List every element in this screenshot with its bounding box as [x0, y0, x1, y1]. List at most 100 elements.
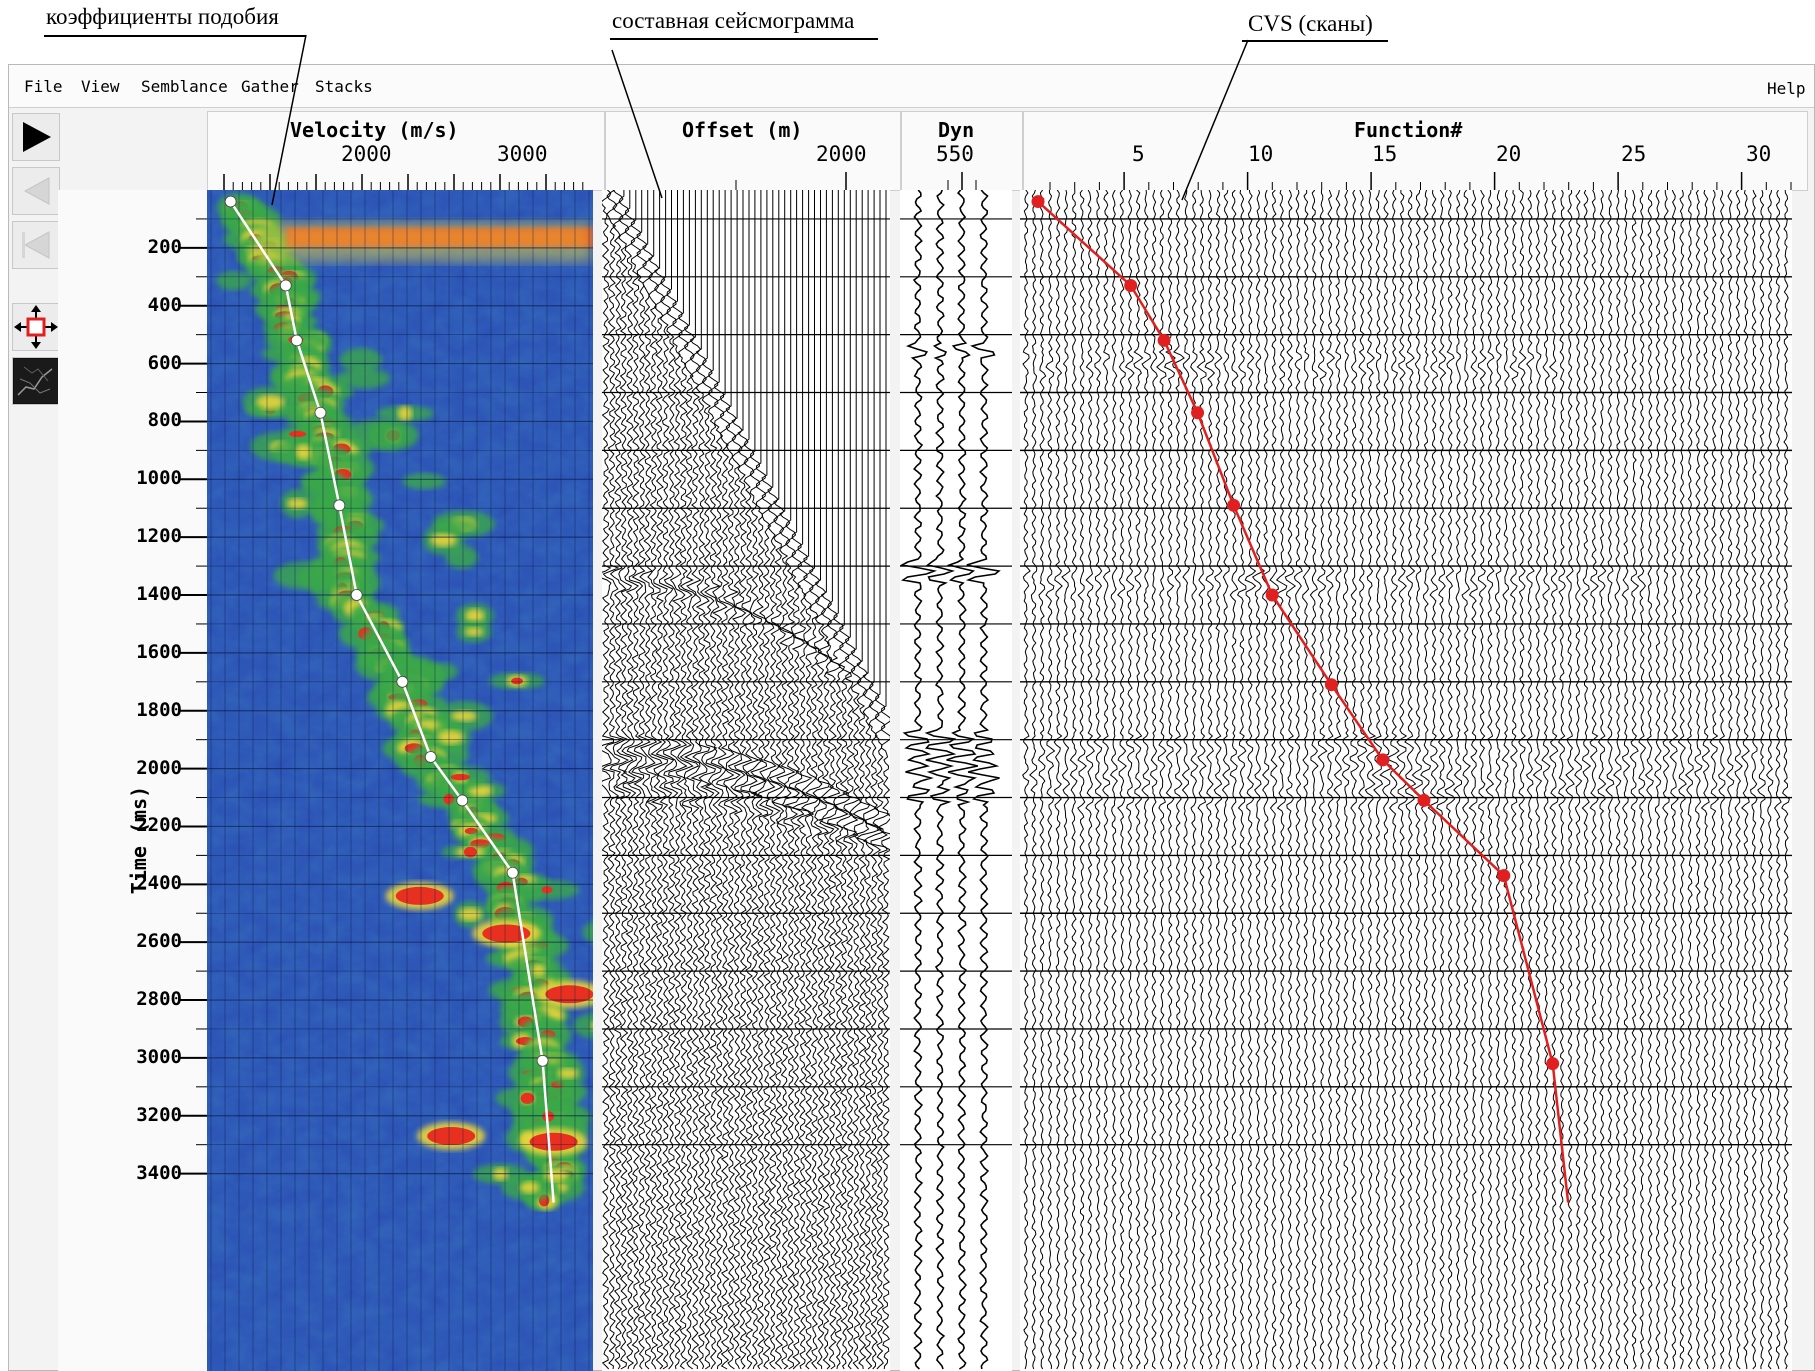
velocity-axis-ticks [223, 174, 584, 190]
cvs-trace [1284, 190, 1297, 1370]
time-tick-label: 2000 [136, 756, 182, 779]
function-pick-point[interactable] [1546, 1057, 1560, 1071]
cvs-trace [1341, 190, 1351, 1370]
cvs-trace [1371, 190, 1384, 1370]
semblance-peak [289, 430, 307, 438]
cvs-trace [1734, 190, 1743, 1370]
menu-view[interactable]: View [81, 77, 120, 96]
cvs-trace [1477, 190, 1488, 1370]
velocity-pick-point[interactable] [333, 499, 346, 512]
semblance-peak [395, 886, 444, 905]
move-icon [14, 305, 58, 349]
cvs-trace [1773, 190, 1782, 1370]
play-button[interactable] [12, 113, 60, 161]
semblance-peak [427, 1127, 476, 1146]
velocity-pick-point[interactable] [396, 675, 409, 688]
move-button[interactable] [12, 303, 60, 351]
velocity-pick-point[interactable] [350, 589, 363, 601]
menu-file[interactable]: File [24, 77, 63, 96]
cvs-trace [1694, 190, 1703, 1370]
cvs-trace [1581, 190, 1592, 1370]
function-pick-point[interactable] [1157, 333, 1171, 347]
time-tick-label: 3000 [136, 1045, 182, 1068]
velocity-pick-point[interactable] [456, 794, 469, 807]
cvs-trace [1532, 190, 1543, 1370]
function-pick-point[interactable] [1497, 869, 1511, 883]
function-panel-header: Function# 5 10 15 20 25 30 [1023, 111, 1808, 191]
velocity-pick-point[interactable] [424, 751, 437, 763]
function-pick-point[interactable] [1227, 498, 1241, 512]
cvs-trace [1629, 190, 1640, 1370]
function-pick-point[interactable] [1124, 278, 1138, 292]
velocity-pick-point[interactable] [224, 195, 237, 208]
step-back-button[interactable] [12, 167, 60, 215]
cvs-trace [1436, 190, 1449, 1370]
cvs-trace [1597, 190, 1607, 1370]
cvs-trace [1333, 190, 1342, 1370]
cvs-trace [1261, 190, 1271, 1370]
gather-panel[interactable] [602, 190, 890, 1371]
cvs-trace [1236, 190, 1247, 1370]
menu-gather[interactable]: Gather [241, 77, 299, 96]
cvs-trace [1349, 190, 1360, 1370]
gather-trace [817, 190, 841, 1370]
semblance-plot[interactable] [207, 190, 593, 1371]
cvs-trace [1204, 190, 1216, 1370]
velocity-pick-point[interactable] [290, 334, 303, 347]
thumbnail-button[interactable] [12, 357, 60, 405]
semblance-peak [450, 773, 471, 781]
rewind-button[interactable] [12, 221, 60, 269]
cvs-trace [1172, 190, 1185, 1370]
velocity-pick-point[interactable] [536, 1054, 549, 1067]
cvs-trace [1517, 190, 1527, 1370]
thumbnail-icon [14, 359, 58, 403]
gather-traces [602, 190, 890, 1370]
velocity-pick-point[interactable] [314, 406, 327, 419]
cvs-trace [1093, 190, 1103, 1370]
offset-axis-ticks [735, 172, 847, 190]
cvs-trace [1125, 190, 1135, 1370]
semblance-halo [216, 271, 251, 291]
cvs-trace [1453, 190, 1462, 1370]
velocity-pick-point[interactable] [506, 866, 519, 879]
menu-help[interactable]: Help [1767, 79, 1806, 98]
cvs-trace [1293, 190, 1303, 1370]
semblance-halo [345, 419, 409, 450]
dyn-panel[interactable] [900, 190, 1012, 1371]
cvs-trace [1557, 190, 1567, 1370]
velocity-tick-label: 3000 [497, 142, 548, 166]
cvs-trace [1427, 190, 1439, 1370]
function-pick-point[interactable] [1417, 793, 1431, 807]
cvs-trace [1420, 190, 1432, 1370]
time-tick-label: 200 [147, 235, 182, 258]
cvs-trace [1525, 190, 1535, 1370]
cvs-plot[interactable] [1020, 190, 1792, 1371]
semblance-mid [544, 1168, 569, 1182]
velocity-pick-point[interactable] [279, 279, 292, 292]
cvs-trace [1411, 190, 1423, 1370]
function-pick-point[interactable] [1191, 406, 1205, 420]
function-pick-point[interactable] [1376, 753, 1390, 767]
cvs-trace [1654, 190, 1662, 1370]
cvs-trace [1085, 190, 1095, 1370]
gather-trace [609, 190, 629, 1370]
cvs-trace [1781, 190, 1790, 1370]
semblance-mid [458, 907, 483, 922]
cvs-trace [1181, 190, 1191, 1370]
function-pick-point[interactable] [1324, 678, 1338, 692]
semblance-panel[interactable] [207, 190, 593, 1371]
cvs-trace [1309, 190, 1319, 1370]
cvs-panel[interactable] [1020, 190, 1792, 1371]
function-pick-point[interactable] [1031, 195, 1045, 209]
menu-stacks[interactable]: Stacks [315, 77, 373, 96]
cvs-trace [1668, 190, 1679, 1370]
menu-semblance[interactable]: Semblance [141, 77, 228, 96]
cvs-trace [1133, 190, 1144, 1370]
cvs-trace [1251, 190, 1266, 1370]
time-tick-label: 1000 [136, 467, 182, 490]
cvs-trace [1662, 190, 1671, 1370]
function-pick-point[interactable] [1265, 588, 1279, 602]
cvs-trace [1644, 190, 1654, 1370]
cvs-trace [1485, 190, 1495, 1370]
cvs-trace [1461, 190, 1471, 1370]
